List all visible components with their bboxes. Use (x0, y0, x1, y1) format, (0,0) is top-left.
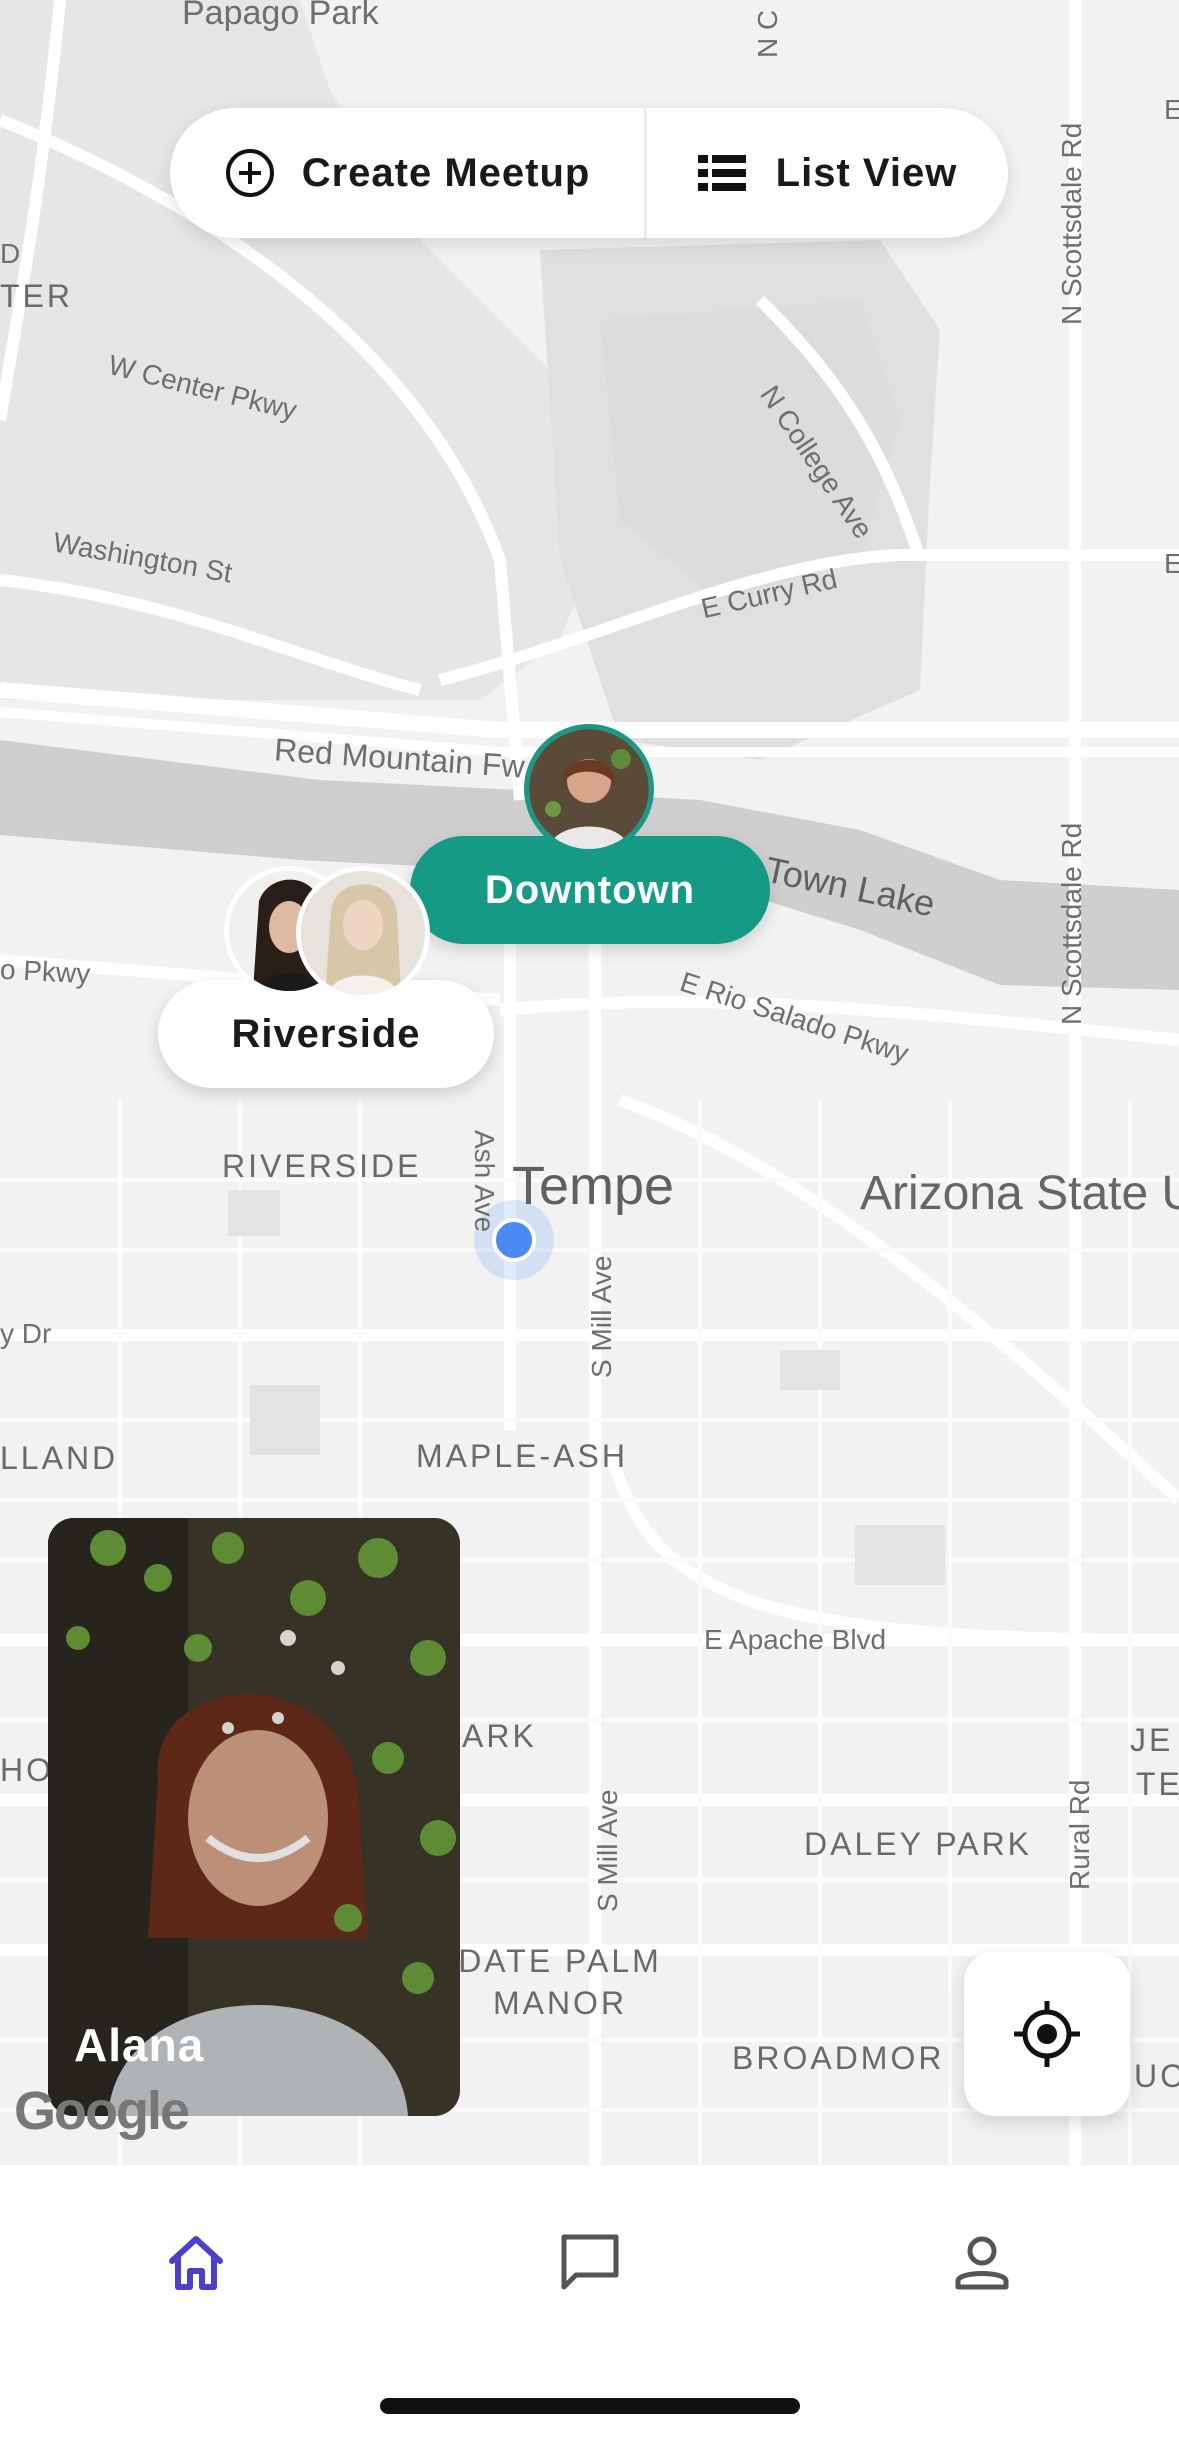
create-meetup-label: Create Meetup (301, 150, 591, 195)
list-view-button[interactable]: List View (647, 108, 1008, 238)
tab-profile[interactable] (922, 2203, 1042, 2323)
map-label: D (0, 238, 21, 269)
riverside-avatar-2[interactable] (296, 866, 430, 1000)
map-label: Ash Ave (469, 1130, 500, 1233)
person-icon (955, 2236, 1009, 2290)
map-label: TER (0, 278, 73, 314)
profile-card[interactable]: Alana (48, 1518, 460, 2116)
map-label: N Scottsdale Rd (1056, 122, 1087, 325)
downtown-marker-label: Downtown (484, 867, 696, 912)
map-label: BROADMOR (732, 2040, 945, 2076)
map-label: DALEY PARK (804, 1826, 1033, 1862)
map-label: N Scottsdale Rd (1056, 822, 1087, 1025)
map-label: Arizona State University Tempe Campus (860, 1167, 1179, 1220)
riverside-marker[interactable]: Riverside (158, 980, 494, 1088)
tab-home[interactable] (136, 2203, 256, 2323)
map-label: HO (0, 1752, 54, 1788)
downtown-avatar[interactable] (524, 724, 654, 854)
map-label: LLAND (0, 1440, 119, 1476)
chat-icon (561, 2234, 619, 2290)
map-label: E Apache Blvd (704, 1624, 887, 1655)
map-label: E (1164, 548, 1179, 579)
list-view-label: List View (775, 150, 958, 195)
map-label: Papago Park (182, 0, 379, 32)
recenter-location-button[interactable] (964, 1952, 1130, 2116)
map-label: E (1164, 94, 1179, 125)
tab-messages[interactable] (530, 2203, 650, 2323)
map-label: JE (1130, 1722, 1174, 1758)
create-meetup-button[interactable]: Create Meetup (170, 108, 644, 238)
map-label: y Dr (0, 1318, 52, 1349)
map-label: TE (1136, 1766, 1179, 1802)
plus-circle-icon (225, 149, 274, 197)
avatar-photo (529, 729, 649, 849)
map-label: Tempe (512, 1156, 675, 1216)
user-location-dot (492, 1218, 536, 1262)
map-action-bar: Create Meetup List View (170, 108, 1008, 238)
crosshair-icon (1014, 2001, 1080, 2067)
list-icon (697, 155, 746, 191)
map-label: MAPLE-ASH (416, 1438, 628, 1474)
map-label: UC (1134, 2058, 1179, 2094)
map-label: S Mill Ave (586, 1255, 617, 1378)
map-label: DATE PALM MANOR (458, 1943, 662, 2021)
map-label: Rural Rd (1064, 1779, 1095, 1890)
home-icon (169, 2236, 223, 2290)
riverside-marker-label: Riverside (231, 1011, 421, 1056)
map-label: S Mill Ave (592, 1789, 623, 1912)
map-label: N C (752, 9, 783, 58)
home-indicator (380, 2398, 800, 2414)
avatar-photo (301, 871, 425, 995)
map-label: o Pkwy (0, 953, 92, 990)
google-attribution: Google (14, 2081, 190, 2141)
map-label: RIVERSIDE (222, 1148, 422, 1184)
profile-card-name: Alana (74, 2019, 205, 2071)
map-label: ARK (462, 1718, 537, 1754)
